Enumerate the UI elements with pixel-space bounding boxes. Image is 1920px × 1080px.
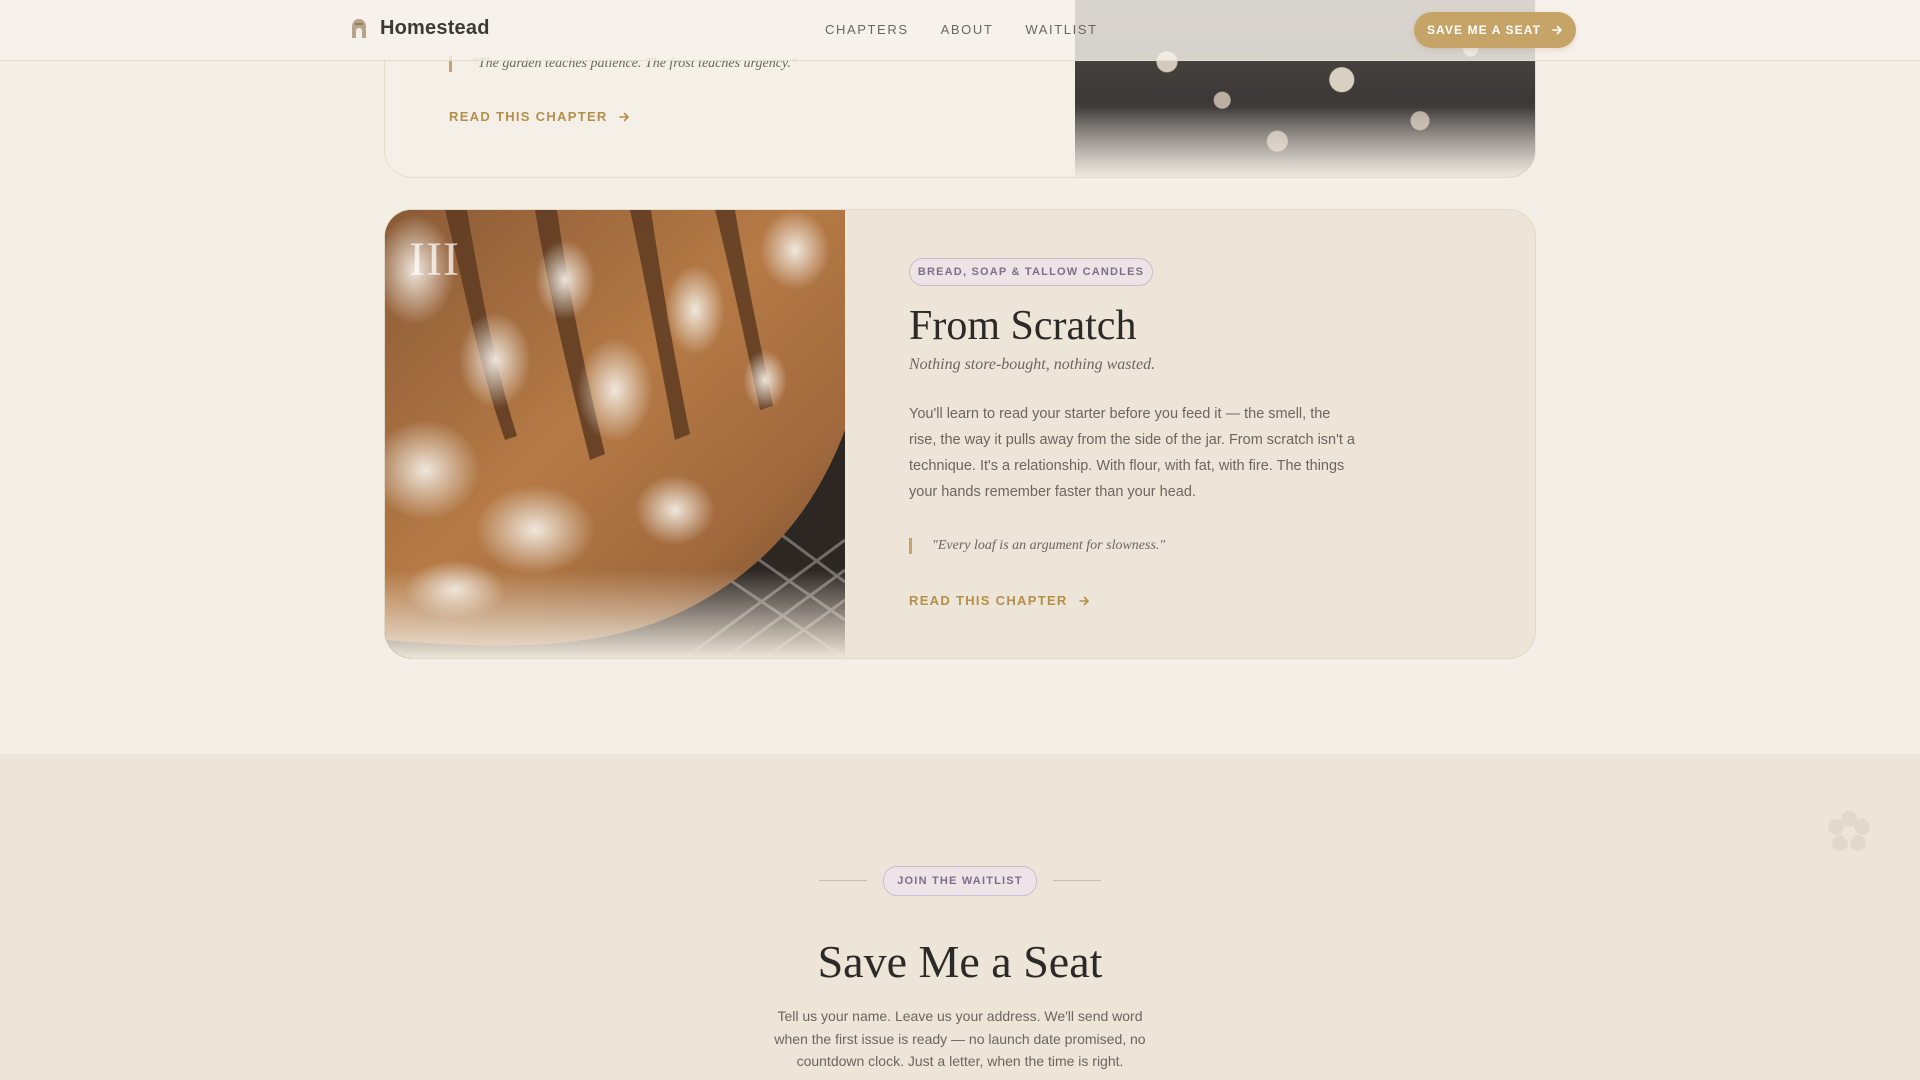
- nav-waitlist[interactable]: WAITLIST: [1025, 22, 1097, 37]
- save-seat-label: SAVE ME A SEAT: [1426, 23, 1542, 37]
- chapter-numeral: III: [409, 233, 460, 286]
- chapter-image-bread: III: [385, 210, 845, 658]
- main-nav: CHAPTERS ABOUT WAITLIST: [825, 22, 1098, 37]
- chapter-quote: "Every loaf is an argument for slowness.…: [909, 538, 1165, 554]
- flower-icon: [1828, 811, 1870, 851]
- waitlist-eyebrow: JOIN THE WAITLIST: [883, 866, 1037, 896]
- arrow-right-icon: [1078, 596, 1089, 605]
- divider-line-right: [1053, 880, 1101, 881]
- read-chapter-label: READ THIS CHAPTER: [909, 593, 1068, 608]
- waitlist-text: Tell us your name. Leave us your address…: [774, 1008, 1146, 1069]
- page: "The garden teaches patience. The frost …: [0, 0, 1920, 1080]
- brand-name: Homestead: [380, 17, 490, 39]
- waitlist-title: Save Me a Seat: [817, 936, 1103, 987]
- homestead-icon: [352, 18, 366, 38]
- arrow-right-icon: [618, 112, 629, 121]
- read-chapter-link[interactable]: READ THIS CHAPTER: [909, 593, 1090, 608]
- divider-line-left: [819, 880, 867, 881]
- read-chapter-link[interactable]: READ THIS CHAPTER: [449, 109, 630, 124]
- arrow-right-icon: [1552, 25, 1562, 35]
- chapter-tag: BREAD, SOAP & TALLOW CANDLES: [909, 258, 1153, 286]
- chapter-title: From Scratch: [909, 303, 1137, 349]
- nav-about[interactable]: ABOUT: [941, 22, 994, 37]
- brand-logo[interactable]: Homestead: [350, 17, 490, 40]
- chapter-body: You'll learn to read your starter before…: [909, 406, 1355, 500]
- nav-chapters[interactable]: CHAPTERS: [825, 22, 909, 37]
- save-seat-button[interactable]: SAVE ME A SEAT: [1414, 12, 1576, 48]
- read-chapter-label: READ THIS CHAPTER: [449, 109, 608, 124]
- chapter-subtitle: Nothing store-bought, nothing wasted.: [909, 356, 1156, 373]
- chapter-card-iii: III BREAD, SOAP & TALLOW CANDLES From Sc…: [384, 209, 1536, 659]
- site-header: Homestead CHAPTERS ABOUT WAITLIST SAVE M…: [0, 0, 1920, 61]
